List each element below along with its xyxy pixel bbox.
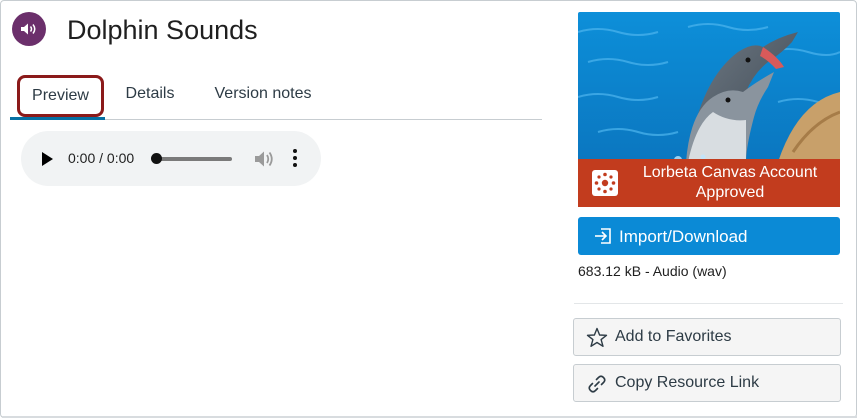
import-download-label: Import/Download — [619, 227, 748, 246]
tab-details[interactable]: Details — [122, 76, 178, 112]
link-icon — [588, 375, 606, 393]
approval-label: Lorbeta Canvas Account Approved — [642, 164, 818, 201]
audio-seek-handle[interactable] — [151, 153, 162, 164]
page-title: Dolphin Sounds — [67, 15, 258, 45]
add-to-favorites-button[interactable]: Add to Favorites — [573, 318, 841, 356]
tab-version-notes[interactable]: Version notes — [213, 76, 313, 112]
approval-banner: Lorbeta Canvas Account Approved — [578, 159, 840, 207]
import-download-button[interactable]: Import/Download — [578, 217, 840, 255]
canvas-logo-icon — [592, 170, 618, 196]
import-icon — [595, 228, 611, 244]
add-to-favorites-label: Add to Favorites — [615, 328, 732, 345]
audio-seek-bar[interactable] — [156, 157, 232, 161]
tab-preview[interactable]: Preview — [17, 75, 104, 117]
file-info: 683.12 kB - Audio (wav) — [578, 263, 727, 279]
more-vertical-icon[interactable] — [293, 149, 297, 170]
copy-resource-link-button[interactable]: Copy Resource Link — [573, 364, 841, 402]
audio-time: 0:00 / 0:00 — [68, 150, 135, 166]
volume-icon[interactable] — [254, 150, 276, 168]
star-icon — [586, 327, 608, 347]
audio-type-badge — [12, 12, 46, 46]
play-icon[interactable] — [42, 152, 53, 166]
audio-player: 0:00 / 0:00 — [21, 131, 321, 186]
tab-active-indicator — [10, 117, 105, 120]
speaker-icon — [21, 23, 36, 35]
sidebar-divider — [574, 303, 843, 304]
copy-resource-link-label: Copy Resource Link — [615, 374, 760, 391]
tab-bar: Preview Details Version notes — [10, 70, 542, 120]
